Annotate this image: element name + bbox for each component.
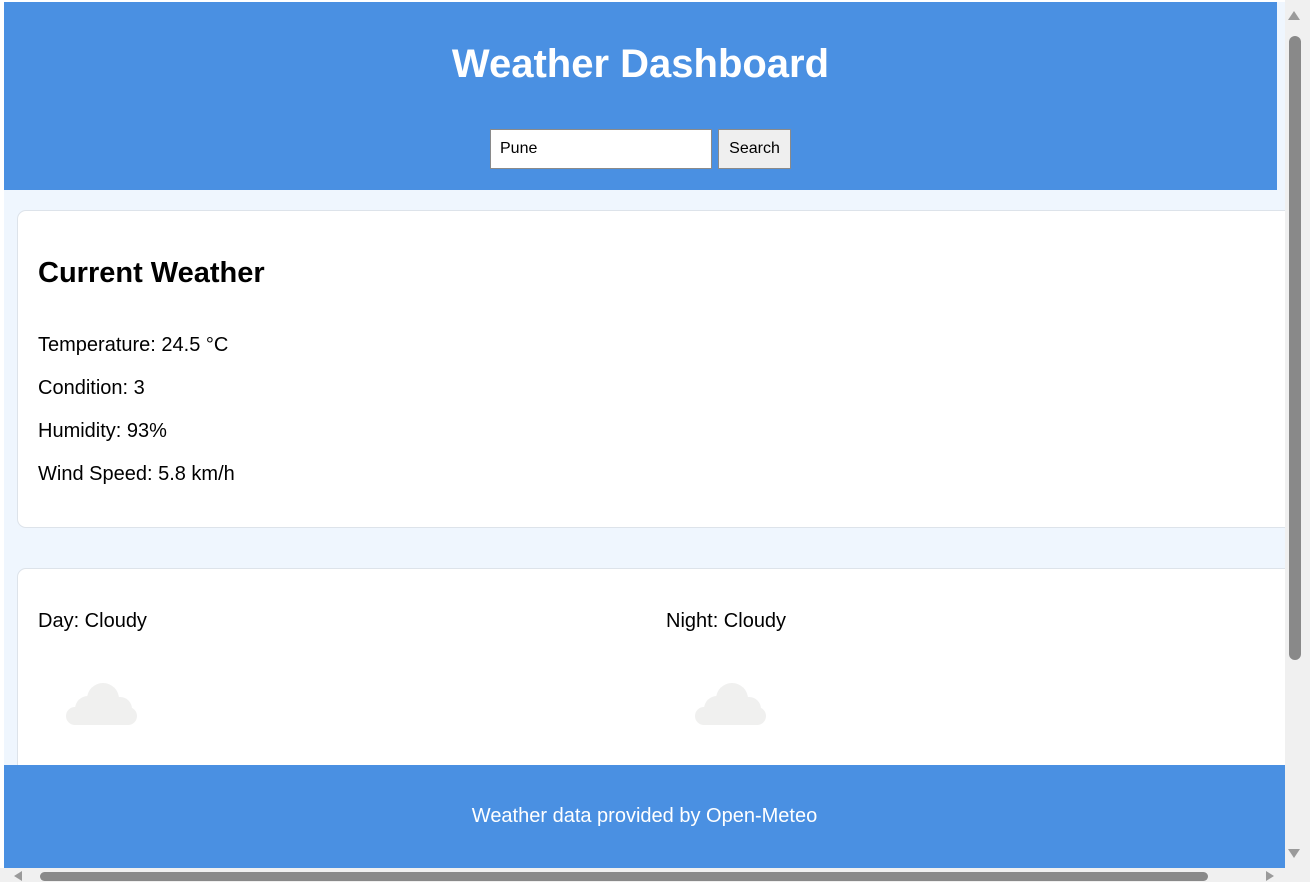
scroll-right-arrow-icon[interactable] — [1266, 871, 1274, 881]
vertical-scrollbar-thumb[interactable] — [1289, 36, 1301, 660]
temperature-text: Temperature: 24.5 °C — [38, 334, 229, 356]
wind-speed-text: Wind Speed: 5.8 km/h — [38, 463, 235, 485]
scroll-left-arrow-icon[interactable] — [14, 871, 22, 881]
humidity-text: Humidity: 93% — [38, 420, 167, 442]
search-bar: Search — [4, 129, 1277, 169]
scroll-up-arrow-icon[interactable] — [1288, 11, 1300, 20]
current-weather-heading: Current Weather — [38, 257, 265, 289]
city-search-input[interactable] — [490, 129, 712, 169]
footer: Weather data provided by Open-Meteo — [4, 765, 1285, 868]
horizontal-scrollbar-thumb[interactable] — [40, 872, 1208, 881]
search-button[interactable]: Search — [718, 129, 791, 169]
scroll-down-arrow-icon[interactable] — [1288, 849, 1300, 858]
day-cloud-icon — [66, 683, 137, 725]
condition-text: Condition: 3 — [38, 377, 145, 399]
footer-attribution: Weather data provided by Open-Meteo — [471, 805, 818, 827]
header: Weather Dashboard Search — [4, 2, 1277, 190]
page-title: Weather Dashboard — [451, 42, 830, 86]
night-cloud-icon — [695, 683, 766, 725]
scrollbar-corner — [1285, 868, 1310, 882]
page-viewport: Weather Dashboard Search Current Weather… — [4, 2, 1285, 868]
day-forecast-text: Day: Cloudy — [38, 610, 147, 632]
night-forecast-text: Night: Cloudy — [666, 610, 787, 632]
current-weather-card: Current Weather Temperature: 24.5 °C Con… — [17, 210, 1285, 528]
